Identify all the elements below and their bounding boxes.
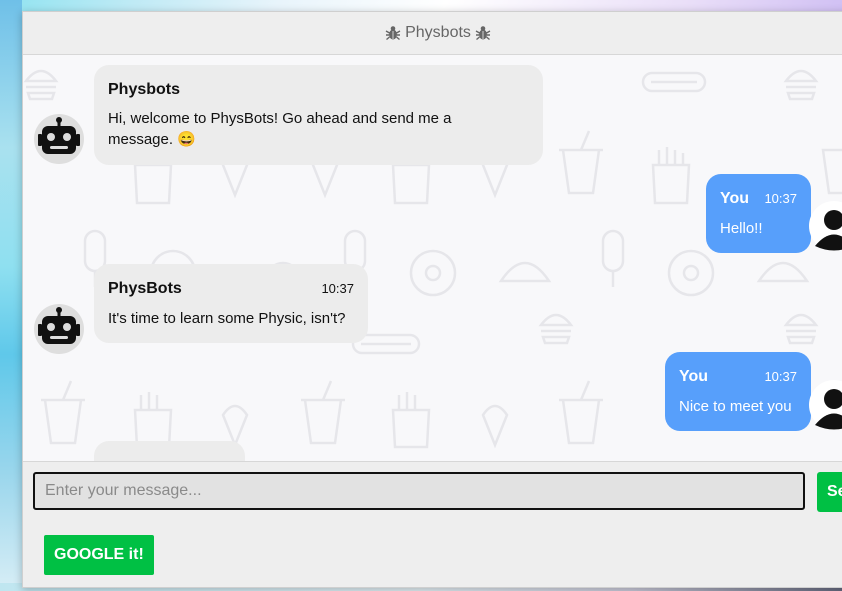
sender-name: PhysBots	[108, 280, 182, 297]
message-time: 10:37	[321, 281, 354, 296]
message-bubble-user: You 10:37 Nice to meet you	[665, 352, 811, 431]
chat-window: Physbots Physbots Hi, welcome to PhysBot…	[22, 11, 842, 588]
message-input[interactable]	[33, 472, 805, 510]
message-time: 10:37	[764, 369, 797, 384]
send-button[interactable]: Se	[817, 472, 842, 512]
bug-icon	[475, 25, 491, 41]
message-bubble-user: You 10:37 Hello!!	[706, 174, 811, 253]
sender-name: You	[679, 368, 709, 385]
chat-header: Physbots	[23, 12, 842, 55]
message-time: 10:37	[764, 191, 797, 206]
google-it-button[interactable]: GOOGLE it!	[44, 535, 154, 575]
message-text: Hello!!	[720, 220, 763, 237]
desktop-background-left	[0, 0, 22, 591]
bot-avatar	[34, 304, 84, 354]
message-header: You 10:37	[679, 366, 797, 388]
robot-icon	[38, 117, 80, 154]
message-text: It's time to learn some Physic, isn't?	[108, 310, 346, 327]
message-header: Physbots	[108, 79, 529, 101]
bot-avatar	[34, 114, 84, 164]
sender-name: You	[720, 190, 750, 207]
sender-name: Physbots	[108, 81, 181, 98]
message-bubble-bot: Physbots Hi, welcome to PhysBots! Go ahe…	[94, 65, 543, 165]
message-text: Nice to meet you	[679, 398, 792, 415]
user-icon	[809, 380, 842, 430]
user-avatar	[809, 380, 842, 430]
message-bubble-bot: PhysBots 10:37 It's time to learn some P…	[94, 264, 368, 343]
chat-title: Physbots	[405, 24, 471, 41]
bug-icon	[385, 25, 401, 41]
message-text: Hi, welcome to PhysBots! Go ahead and se…	[108, 110, 452, 148]
message-composer: Se	[23, 461, 842, 525]
message-header: PhysBots 10:37	[108, 278, 354, 300]
footer-bar: GOOGLE it!	[23, 524, 842, 587]
user-avatar	[809, 201, 842, 251]
user-icon	[809, 201, 842, 251]
message-header: You 10:37	[720, 188, 797, 210]
message-bubble-bot-partial	[94, 441, 245, 461]
message-list[interactable]: Physbots Hi, welcome to PhysBots! Go ahe…	[23, 55, 842, 461]
robot-icon	[38, 307, 80, 344]
